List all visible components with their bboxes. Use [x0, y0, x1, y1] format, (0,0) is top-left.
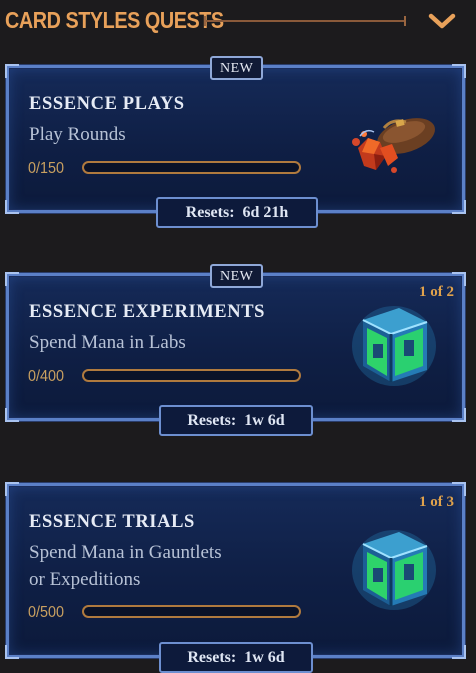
quest-description: Spend Mana in Labs — [29, 332, 186, 353]
progress-bar — [82, 369, 301, 382]
quest-description: Play Rounds — [29, 124, 126, 145]
quest-title: ESSENCE PLAYS — [29, 94, 185, 114]
quest-title: ESSENCE TRIALS — [29, 512, 195, 532]
quest-title: ESSENCE EXPERIMENTS — [29, 302, 266, 322]
quest-description-line2: or Expeditions — [29, 569, 141, 590]
progress-text: 0/150 — [28, 160, 65, 177]
reset-value: 6d 21h — [242, 204, 289, 221]
reset-label: Resets: — [187, 412, 237, 429]
chevron-down-icon[interactable] — [427, 9, 457, 33]
reset-timer-badge: Resets: 1w 6d — [159, 642, 313, 673]
quest-card-essence-experiments[interactable]: 1 of 2 ESSENCE EXPERIMENTS Spend Mana in… — [5, 272, 466, 422]
progress-bar — [82, 161, 301, 174]
reset-timer-badge: Resets: 6d 21h — [156, 197, 318, 228]
essence-chest-icon — [349, 298, 439, 390]
essence-chest-icon — [349, 522, 439, 614]
new-badge: NEW — [210, 56, 264, 80]
essence-crystal-pouch-icon — [344, 108, 439, 183]
quest-card-essence-plays[interactable]: ESSENCE PLAYS Play Rounds 0/150 — [5, 64, 466, 214]
quest-description-line1: Spend Mana in Gauntlets — [29, 542, 222, 563]
progress-text: 0/500 — [28, 604, 65, 621]
quest-count: 1 of 3 — [419, 494, 454, 510]
progress-bar — [82, 605, 301, 618]
section-title: CARD STYLES QUESTS — [5, 7, 224, 33]
reset-timer-badge: Resets: 1w 6d — [159, 405, 313, 436]
header-divider — [204, 16, 406, 26]
reset-label: Resets: — [187, 649, 237, 666]
quest-card-essence-trials[interactable]: 1 of 3 ESSENCE TRIALS Spend Mana in Gaun… — [5, 482, 466, 659]
reset-value: 1w 6d — [244, 649, 285, 666]
quests-header: CARD STYLES QUESTS — [0, 0, 476, 44]
reset-value: 1w 6d — [244, 412, 285, 429]
reset-label: Resets: — [185, 204, 235, 221]
progress-text: 0/400 — [28, 368, 65, 385]
new-badge: NEW — [210, 264, 264, 288]
